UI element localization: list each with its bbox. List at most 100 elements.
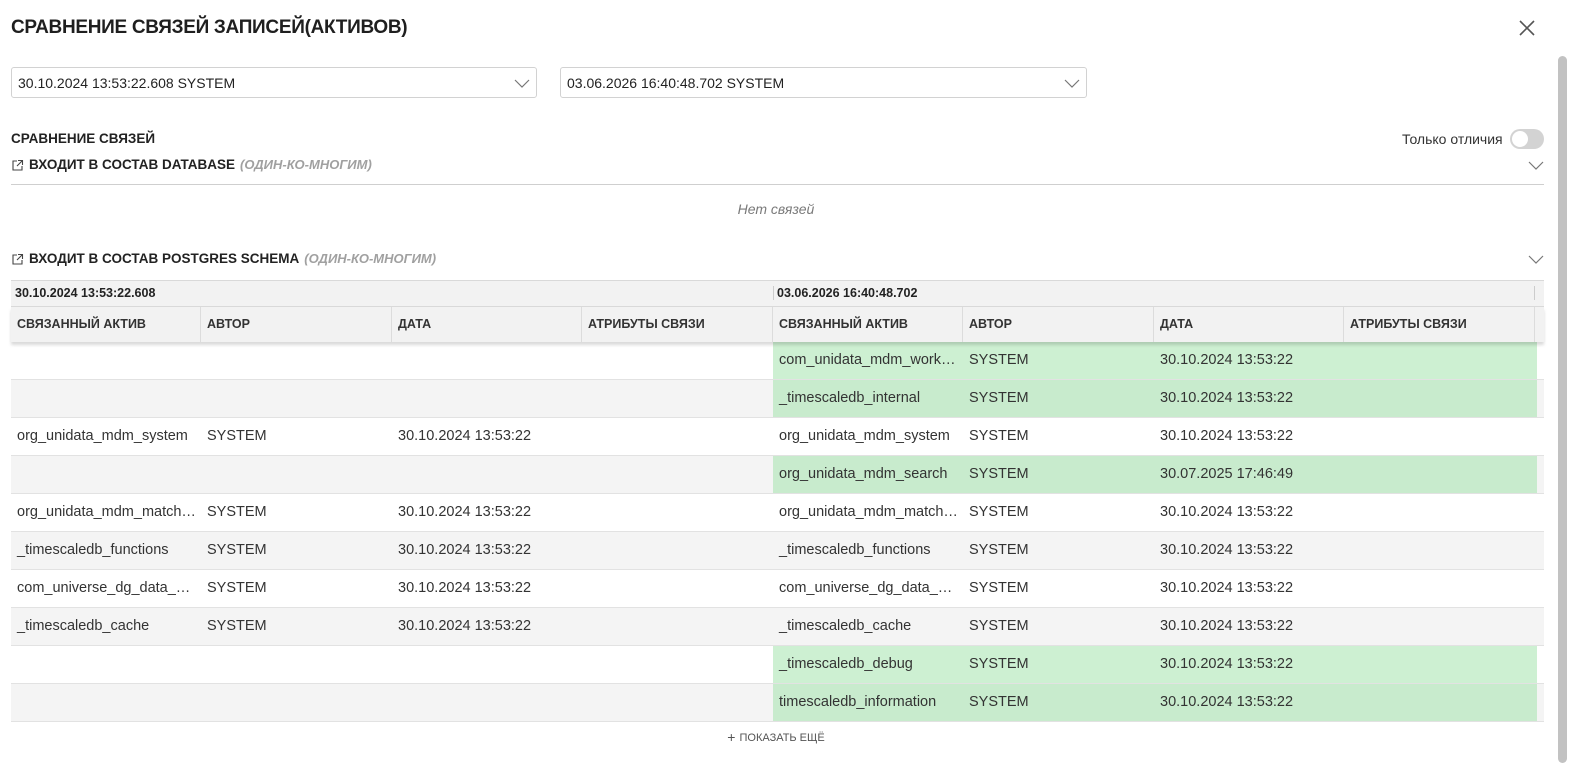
group-postgres-schema-header[interactable]: ВХОДИТ В СОСТАВ POSTGRES SCHEMA (ОДИН-КО-… <box>11 250 1544 270</box>
right-cell: 30.10.2024 13:53:22 <box>1160 542 1294 558</box>
right-cell: 30.10.2024 13:53:22 <box>1160 618 1294 634</box>
right-cell <box>1344 646 1535 683</box>
group-database-header[interactable]: ВХОДИТ В СОСТАВ DATABASE (ОДИН-КО-МНОГИМ) <box>11 156 1544 176</box>
scrollbar-thumb[interactable] <box>1558 56 1567 763</box>
column-header[interactable]: АТРИБУТЫ СВЯЗИ <box>582 307 773 342</box>
left-cell <box>392 684 582 721</box>
left-cell <box>201 646 392 683</box>
right-cell: 30.07.2025 17:46:49 <box>1160 466 1294 482</box>
table-row[interactable]: _timescaledb_debug SYSTEM 30.10.2024 13:53… <box>11 646 1544 684</box>
right-cell: org_unidata_mdm_system <box>779 428 950 444</box>
left-cell: 30.10.2024 13:53:22 <box>398 428 532 444</box>
section-label: СРАВНЕНИЕ СВЯЗЕЙ <box>11 131 156 146</box>
right-cell: SYSTEM <box>969 428 1029 444</box>
column-header[interactable]: СВЯЗАННЫЙ АКТИВ <box>773 307 963 342</box>
right-cell: SYSTEM <box>969 390 1029 406</box>
version-header-row: 30.10.2024 13:53:22.608 03.06.2026 16:40… <box>11 280 1544 307</box>
table-row[interactable]: com_unidata_mdm_work… SYSTEM 30.10.2024 13… <box>11 342 1544 380</box>
left-cell: SYSTEM <box>207 428 267 444</box>
right-version-label: 03.06.2026 16:40:48.702 <box>777 286 918 300</box>
table-row[interactable]: com_universe_dg_data_… SYSTEM 30.10.2024 1… <box>11 570 1544 608</box>
left-cell <box>582 418 773 455</box>
dialog-title: СРАВНЕНИЕ СВЯЗЕЙ ЗАПИСЕЙ(АКТИВОВ) <box>11 17 408 38</box>
show-more-label: ПОКАЗАТЬ ЕЩЁ <box>739 732 825 744</box>
column-header[interactable]: АВТОР <box>201 307 392 342</box>
right-cell: 30.10.2024 13:53:22 <box>1160 656 1294 672</box>
only-diff-label: Только отличия <box>1402 131 1503 147</box>
table-row[interactable]: _timescaledb_cache SYSTEM 30.10.2024 13:53… <box>11 608 1544 646</box>
right-cell: _timescaledb_internal <box>779 390 921 406</box>
right-cell <box>1344 418 1535 455</box>
right-cell: org_unidata_mdm_match… <box>779 504 958 520</box>
chevron-down-icon <box>1528 161 1544 170</box>
table-row[interactable]: timescaledb_information SYSTEM 30.10.2024 … <box>11 684 1544 722</box>
group-title: ВХОДИТ В СОСТАВ DATABASE (ОДИН-КО-МНОГИМ) <box>29 157 372 172</box>
plus-icon: + <box>727 729 736 745</box>
only-diff-toggle[interactable] <box>1510 129 1544 149</box>
table-row[interactable]: org_unidata_mdm_match… SYSTEM 30.10.2024 1… <box>11 494 1544 532</box>
left-cell <box>392 456 582 493</box>
close-icon[interactable] <box>1516 17 1538 39</box>
version-select-left[interactable]: 30.10.2024 13:53:22.608 SYSTEM <box>11 67 537 98</box>
external-link-icon[interactable] <box>11 253 24 266</box>
right-cell <box>1344 380 1535 417</box>
show-more-button[interactable]: + ПОКАЗАТЬ ЕЩЁ <box>0 729 1552 745</box>
left-cell <box>392 342 582 379</box>
right-cell: _timescaledb_cache <box>779 618 912 634</box>
right-cell: com_unidata_mdm_work… <box>779 352 956 368</box>
column-header[interactable]: АТРИБУТЫ СВЯЗИ <box>1344 307 1535 342</box>
column-header[interactable]: СВЯЗАННЫЙ АКТИВ <box>11 307 201 342</box>
compare-dialog: СРАВНЕНИЕ СВЯЗЕЙ ЗАПИСЕЙ(АКТИВОВ) 30.10.… <box>0 0 1552 763</box>
column-header[interactable]: АВТОР <box>963 307 1154 342</box>
version-select-right[interactable]: 03.06.2026 16:40:48.702 SYSTEM <box>560 67 1087 98</box>
left-cell: 30.10.2024 13:53:22 <box>398 542 532 558</box>
left-cell: 30.10.2024 13:53:22 <box>398 504 532 520</box>
right-cell: SYSTEM <box>969 656 1029 672</box>
table-row[interactable]: org_unidata_mdm_system SYSTEM 30.10.2024 1… <box>11 418 1544 456</box>
left-version-label: 30.10.2024 13:53:22.608 <box>15 286 156 300</box>
left-cell <box>11 380 201 417</box>
right-cell: 30.10.2024 13:53:22 <box>1160 390 1294 406</box>
left-cell <box>582 380 773 417</box>
column-header[interactable]: ДАТА <box>392 307 582 342</box>
table-row[interactable]: _timescaledb_internal SYSTEM 30.10.2024 13… <box>11 380 1544 418</box>
right-cell <box>1344 684 1535 721</box>
right-cell: 30.10.2024 13:53:22 <box>1160 504 1294 520</box>
left-cell <box>582 570 773 607</box>
right-cell: 30.10.2024 13:53:22 <box>1160 352 1294 368</box>
column-separator <box>773 286 774 300</box>
left-cell <box>201 456 392 493</box>
right-cell <box>1344 456 1535 493</box>
left-cell <box>392 380 582 417</box>
left-cell <box>582 456 773 493</box>
chevron-down-icon <box>514 79 530 88</box>
left-cell <box>582 532 773 569</box>
left-cell: SYSTEM <box>207 542 267 558</box>
group-cardinality: (ОДИН-КО-МНОГИМ) <box>304 251 437 266</box>
right-cell <box>1344 570 1535 607</box>
table-row[interactable]: org_unidata_mdm_search SYSTEM 30.07.2025 1… <box>11 456 1544 494</box>
left-cell: _timescaledb_functions <box>17 542 169 558</box>
left-cell: 30.10.2024 13:53:22 <box>398 580 532 596</box>
chevron-down-icon <box>1064 79 1080 88</box>
right-cell: SYSTEM <box>969 618 1029 634</box>
left-cell: com_universe_dg_data_… <box>17 580 191 596</box>
right-cell <box>1344 532 1535 569</box>
column-header[interactable]: ДАТА <box>1154 307 1344 342</box>
empty-relations-text: Нет связей <box>737 201 815 217</box>
right-cell: org_unidata_mdm_search <box>779 466 948 482</box>
right-cell: 30.10.2024 13:53:22 <box>1160 428 1294 444</box>
group-title: ВХОДИТ В СОСТАВ POSTGRES SCHEMA (ОДИН-КО-… <box>29 251 437 266</box>
chevron-down-icon <box>1528 255 1544 264</box>
right-cell: com_universe_dg_data_… <box>779 580 953 596</box>
left-cell: SYSTEM <box>207 618 267 634</box>
left-cell <box>582 608 773 645</box>
table-row[interactable]: _timescaledb_functions SYSTEM 30.10.2024 1… <box>11 532 1544 570</box>
external-link-icon[interactable] <box>11 159 24 172</box>
version-select-right-value: 03.06.2026 16:40:48.702 SYSTEM <box>567 75 785 91</box>
version-select-left-value: 30.10.2024 13:53:22.608 SYSTEM <box>18 75 236 91</box>
right-cell: timescaledb_information <box>779 694 937 710</box>
left-cell <box>11 646 201 683</box>
right-cell <box>1344 608 1535 645</box>
right-cell: 30.10.2024 13:53:22 <box>1160 694 1294 710</box>
